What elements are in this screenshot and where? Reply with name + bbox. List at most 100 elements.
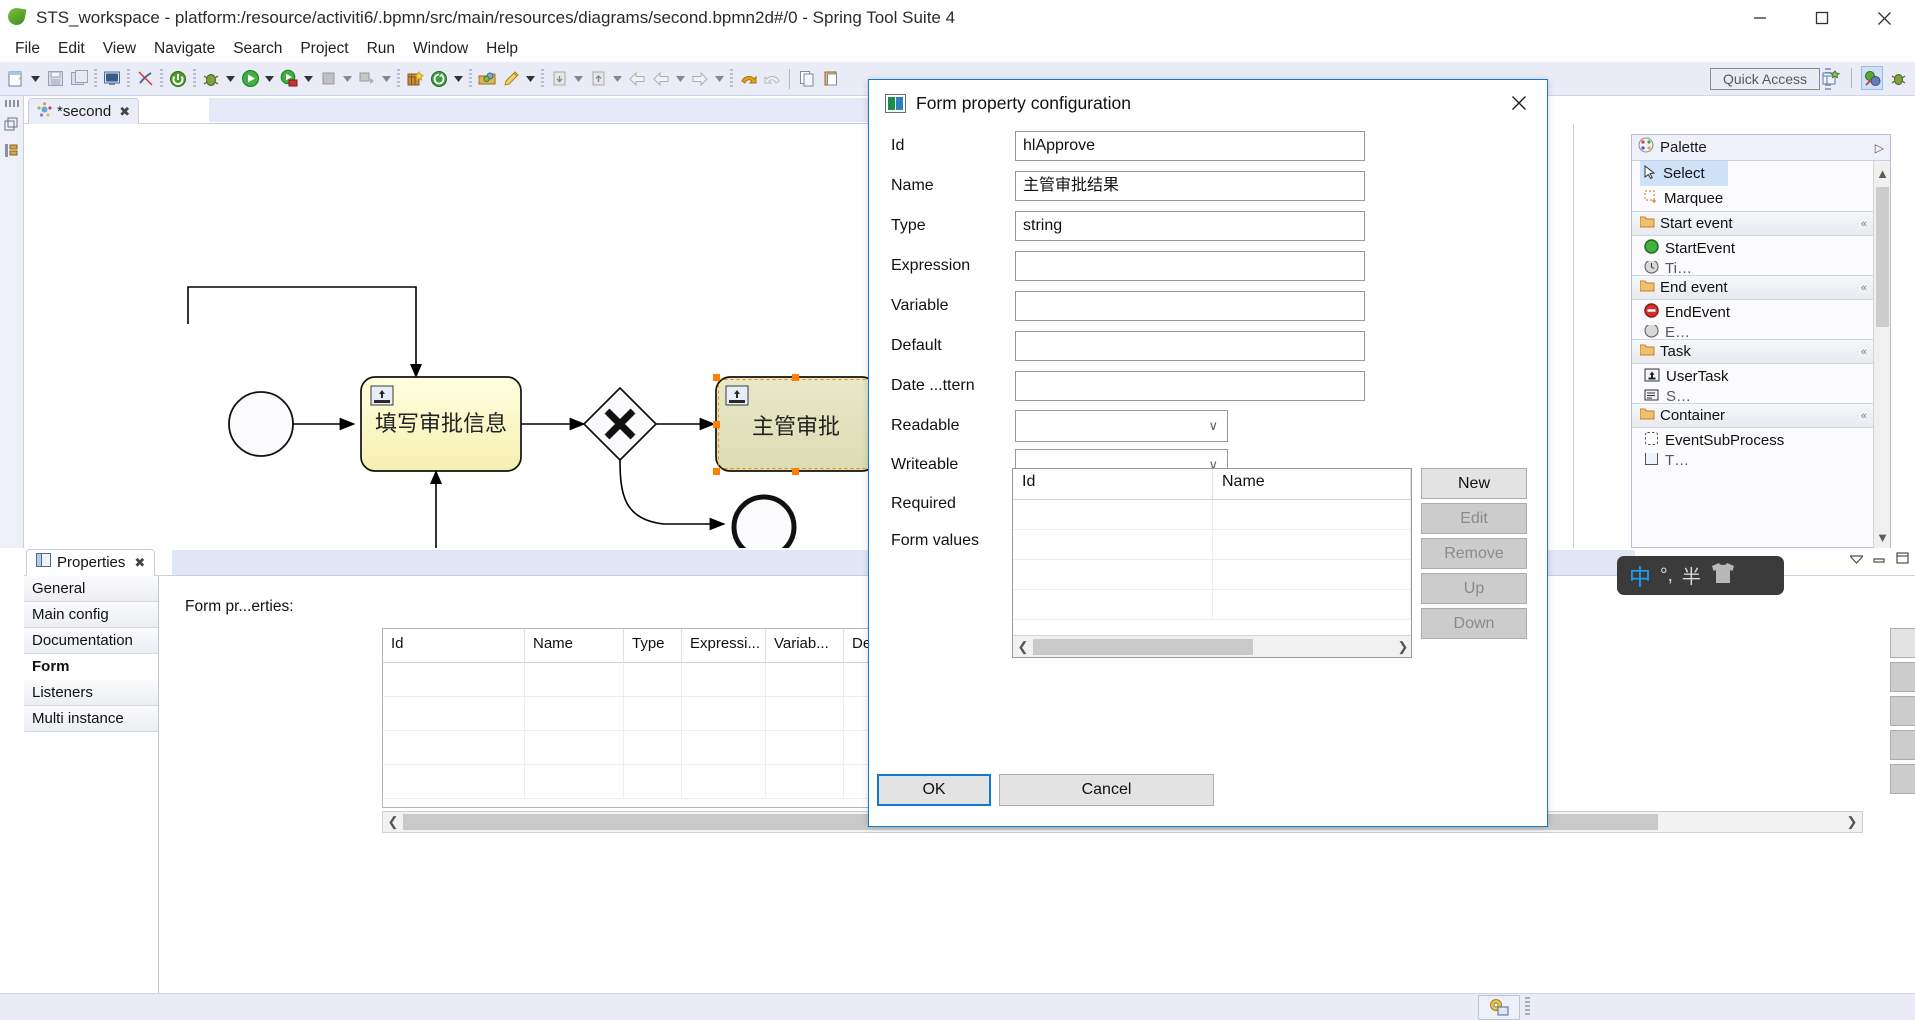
up-button[interactable]: Up [1890, 730, 1915, 760]
minimize-icon[interactable] [1729, 0, 1791, 36]
boot-dashboard-icon[interactable] [166, 66, 190, 92]
ime-toolbar[interactable]: 中 °, 半 [1617, 556, 1784, 595]
menu-window[interactable]: Window [404, 38, 477, 60]
dropdown-arrow-icon[interactable] [340, 66, 355, 92]
palette-group-end-event[interactable]: End event « [1632, 275, 1873, 300]
name-input[interactable]: 主管审批结果 [1015, 171, 1365, 201]
quick-access-input[interactable]: Quick Access [1710, 68, 1820, 90]
palette-item-partial[interactable]: S… [1632, 389, 1873, 403]
palette-scroll-thumb[interactable] [1876, 187, 1889, 327]
chevron-right-icon[interactable]: ❯ [1842, 814, 1862, 830]
maximize-icon[interactable] [1791, 0, 1853, 36]
properties-tab-multi-instance[interactable]: Multi instance [24, 706, 158, 732]
palette-tool-select[interactable]: Select [1640, 161, 1728, 186]
menu-file[interactable]: File [6, 38, 49, 60]
chevron-left-icon[interactable]: ❮ [383, 814, 403, 830]
cancel-button[interactable]: Cancel [999, 774, 1214, 806]
collapse-icon[interactable]: « [1861, 282, 1867, 294]
pin-icon[interactable]: ▷ [1875, 141, 1884, 155]
dropdown-arrow-icon[interactable] [610, 66, 625, 92]
properties-tab-documentation[interactable]: Documentation [24, 628, 158, 654]
menu-project[interactable]: Project [291, 38, 357, 60]
form-values-column-name[interactable]: Name [1213, 469, 1411, 499]
column-header-type[interactable]: Type [624, 629, 682, 663]
ok-button[interactable]: OK [877, 774, 991, 806]
remove-button[interactable]: Remove [1890, 696, 1915, 726]
palette-item-startevent[interactable]: StartEvent [1632, 236, 1873, 261]
link-break-icon[interactable] [133, 66, 157, 92]
form-values-row[interactable] [1013, 500, 1411, 530]
dropdown-arrow-icon[interactable] [451, 66, 466, 92]
collapse-icon[interactable]: « [1861, 410, 1867, 422]
undo-icon[interactable] [736, 66, 760, 92]
id-input[interactable]: hlApprove [1015, 131, 1365, 161]
form-values-down-button[interactable]: Down [1421, 608, 1527, 639]
edit-button[interactable]: Edit [1890, 662, 1915, 692]
close-icon[interactable] [1853, 0, 1915, 36]
close-icon[interactable] [1501, 88, 1537, 118]
properties-tab[interactable]: Properties ✖ [26, 549, 156, 576]
editor-tab-second[interactable]: *second ✖ [28, 98, 140, 124]
form-values-row[interactable] [1013, 590, 1411, 620]
column-header-id[interactable]: Id [383, 629, 525, 663]
dropdown-arrow-icon[interactable] [301, 66, 316, 92]
run-as-server-icon[interactable] [277, 66, 301, 92]
menu-run[interactable]: Run [358, 38, 404, 60]
minimize-icon[interactable] [1873, 551, 1886, 569]
dropdown-arrow-icon[interactable] [712, 66, 727, 92]
dropdown-arrow-icon[interactable] [571, 66, 586, 92]
properties-tab-main-config[interactable]: Main config [24, 602, 158, 628]
paste-icon[interactable] [819, 66, 843, 92]
palette-item-partial[interactable]: T… [1632, 453, 1873, 467]
collapse-icon[interactable]: « [1861, 346, 1867, 358]
properties-tab-general[interactable]: General [24, 576, 158, 602]
chevron-up-icon[interactable]: ▲ [1874, 163, 1890, 183]
menu-navigate[interactable]: Navigate [145, 38, 224, 60]
save-icon[interactable] [43, 66, 67, 92]
type-input[interactable]: string [1015, 211, 1365, 241]
open-perspective-icon[interactable] [1820, 66, 1842, 90]
palette-item-usertask[interactable]: UserTask [1632, 364, 1873, 389]
menu-edit[interactable]: Edit [49, 38, 94, 60]
palette-tool-marquee[interactable]: Marquee [1632, 186, 1873, 211]
view-menu-icon[interactable] [1848, 551, 1865, 569]
form-values-column-id[interactable]: Id [1013, 469, 1213, 499]
properties-tab-listeners[interactable]: Listeners [24, 680, 158, 706]
status-drag-handle[interactable] [1525, 997, 1530, 1017]
form-values-table[interactable]: Id Name ❮ ❯ [1012, 468, 1412, 658]
palette-group-task[interactable]: Task « [1632, 339, 1873, 364]
palette-item-partial[interactable]: E… [1632, 325, 1873, 339]
debug-perspective-icon[interactable] [1887, 66, 1909, 90]
run-icon[interactable] [238, 66, 262, 92]
palette-item-partial[interactable]: Ti… [1632, 261, 1873, 275]
ime-punctuation-mode[interactable]: °, [1660, 565, 1673, 587]
restore-icon[interactable] [3, 115, 21, 133]
new-package-icon[interactable] [403, 66, 427, 92]
form-values-row[interactable] [1013, 560, 1411, 590]
chevron-left-icon[interactable]: ❮ [1013, 639, 1033, 655]
down-button[interactable]: Down [1890, 764, 1915, 794]
new-button[interactable]: New [1890, 628, 1915, 658]
form-values-up-button[interactable]: Up [1421, 573, 1527, 604]
hscroll-thumb[interactable] [1033, 638, 1253, 655]
ime-mode-chinese[interactable]: 中 [1629, 560, 1651, 592]
dropdown-arrow-icon[interactable] [28, 66, 43, 92]
palette-group-container[interactable]: Container « [1632, 403, 1873, 428]
dropdown-arrow-icon[interactable] [379, 66, 394, 92]
form-values-new-button[interactable]: New [1421, 468, 1527, 499]
rail-drag-handle[interactable] [4, 100, 19, 107]
menu-search[interactable]: Search [224, 38, 291, 60]
annotation-icon[interactable] [499, 66, 523, 92]
palette-scrollbar[interactable]: ▲ ▼ [1873, 161, 1890, 549]
maximize-icon[interactable] [1896, 551, 1909, 569]
menu-help[interactable]: Help [477, 38, 527, 60]
dropdown-arrow-icon[interactable] [223, 66, 238, 92]
variable-input[interactable] [1015, 291, 1365, 321]
workspace-sync-icon[interactable] [1478, 994, 1520, 1020]
palette-item-eventsubprocess[interactable]: EventSubProcess [1632, 428, 1873, 453]
form-values-remove-button[interactable]: Remove [1421, 538, 1527, 569]
column-header-variable[interactable]: Variab... [766, 629, 844, 663]
palette-group-start-event[interactable]: Start event « [1632, 211, 1873, 236]
refresh-icon[interactable] [427, 66, 451, 92]
default-input[interactable] [1015, 331, 1365, 361]
